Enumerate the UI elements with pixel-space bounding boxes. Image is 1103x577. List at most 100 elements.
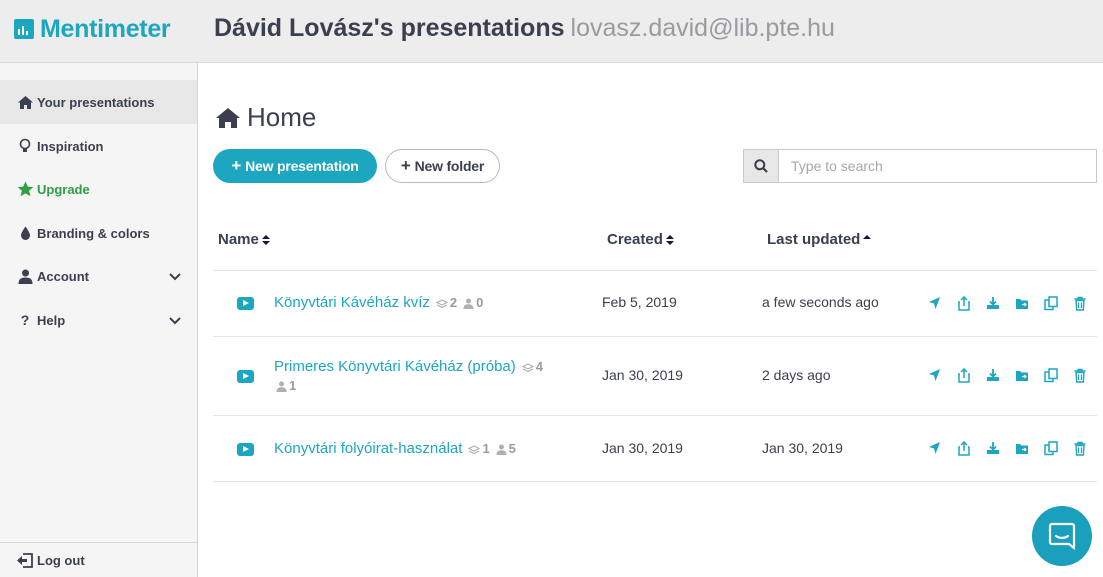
participants-icon — [463, 298, 474, 309]
home-icon — [16, 94, 34, 110]
delete-button[interactable] — [1073, 440, 1102, 456]
slide-count: 4 — [535, 359, 543, 374]
sort-icon — [261, 234, 270, 245]
page-title-text: Home — [247, 102, 317, 132]
chevron-down-icon[interactable] — [169, 269, 181, 284]
sidebar-item-help[interactable]: ? Help — [0, 298, 197, 342]
new-presentation-button[interactable]: + New presentation — [213, 149, 377, 183]
play-icon[interactable] — [237, 443, 254, 456]
download-button[interactable] — [986, 367, 1015, 383]
participants-icon — [276, 381, 287, 392]
present-icon — [929, 441, 940, 454]
download-icon — [987, 296, 999, 309]
duplicate-icon — [1044, 440, 1058, 455]
created-date: Feb 5, 2019 — [602, 294, 677, 310]
download-button[interactable] — [986, 440, 1015, 456]
droplet-icon — [16, 225, 34, 241]
delete-button[interactable] — [1073, 367, 1102, 383]
duplicate-icon — [1044, 295, 1058, 310]
download-button[interactable] — [986, 295, 1015, 311]
new-presentation-label: New presentation — [245, 158, 359, 174]
move-icon — [1016, 298, 1028, 309]
sidebar-item-your-presentations[interactable]: Your presentations — [0, 80, 197, 124]
share-button[interactable] — [957, 367, 986, 383]
column-label: Created — [607, 231, 663, 248]
share-button[interactable] — [957, 295, 986, 311]
participants-icon — [496, 444, 507, 455]
slides-icon — [521, 363, 535, 373]
move-icon — [1016, 370, 1028, 381]
present-button[interactable] — [928, 440, 957, 456]
sidebar-item-label: Account — [37, 268, 89, 284]
presentation-title[interactable]: Könyvtári Kávéház kvíz 2 0 — [274, 293, 574, 312]
chat-icon — [1048, 522, 1076, 550]
sidebar-item-account[interactable]: Account — [0, 254, 197, 298]
present-button[interactable] — [928, 295, 957, 311]
sidebar-item-inspiration[interactable]: Inspiration — [0, 124, 197, 168]
sidebar-item-label: Branding & colors — [37, 225, 150, 241]
sidebar-item-branding[interactable]: Branding & colors — [0, 211, 197, 255]
search-icon — [754, 159, 768, 173]
updated-date: a few seconds ago — [762, 294, 879, 310]
share-icon — [958, 295, 970, 311]
search-input[interactable] — [779, 149, 1097, 183]
sort-ascending-icon — [863, 234, 872, 239]
duplicate-button[interactable] — [1044, 440, 1073, 456]
duplicate-button[interactable] — [1044, 367, 1073, 383]
sidebar-item-upgrade[interactable]: Upgrade — [0, 167, 197, 211]
sidebar-item-label: Inspiration — [37, 138, 104, 154]
presentation-meta: 15 — [462, 441, 516, 456]
play-icon[interactable] — [237, 370, 254, 383]
column-label: Last updated — [767, 231, 861, 248]
owner-email: lovasz.david@lib.pte.hu — [570, 14, 835, 42]
owner-title: Dávid Lovász's presentations — [214, 14, 565, 42]
logo-chart-icon — [14, 19, 34, 39]
search-bar — [743, 149, 1097, 183]
presentation-title[interactable]: Könyvtári folyóirat-használat 1 5 — [274, 439, 574, 458]
table-row[interactable]: Könyvtári Kávéház kvíz 2 0 Feb 5, 2019 a f… — [213, 271, 1097, 336]
plus-icon: + — [231, 156, 242, 175]
search-button[interactable] — [743, 149, 779, 183]
column-header-last-updated[interactable]: Last updated — [767, 231, 872, 248]
table-row[interactable]: Könyvtári folyóirat-használat 1 5 Jan 30, … — [213, 416, 1097, 481]
chat-support-button[interactable] — [1032, 506, 1092, 566]
present-button[interactable] — [928, 367, 957, 383]
share-button[interactable] — [957, 440, 986, 456]
plus-icon: + — [400, 156, 411, 175]
column-header-created[interactable]: Created — [607, 231, 674, 248]
delete-icon — [1074, 368, 1086, 383]
present-icon — [929, 296, 940, 309]
move-button[interactable] — [1015, 367, 1044, 383]
delete-icon — [1074, 441, 1086, 456]
page-heading: Dávid Lovász's presentations lovasz.david… — [214, 14, 835, 43]
logout-icon — [16, 552, 34, 568]
created-date: Jan 30, 2019 — [602, 440, 683, 456]
delete-icon — [1074, 296, 1086, 311]
presentation-title[interactable]: Primeres Könyvtári Kávéház (próba) 4 1 — [274, 357, 574, 395]
column-header-name[interactable]: Name — [218, 231, 270, 248]
slides-icon — [435, 299, 449, 309]
slide-count: 1 — [482, 441, 490, 456]
duplicate-button[interactable] — [1044, 295, 1073, 311]
new-folder-button[interactable]: + New folder — [385, 149, 500, 183]
duplicate-icon — [1044, 367, 1058, 382]
participant-count: 1 — [289, 378, 297, 393]
sidebar: Your presentations Inspiration Upgrade B… — [0, 63, 198, 577]
play-icon[interactable] — [237, 297, 254, 310]
logout-label: Log out — [37, 552, 85, 568]
table-row[interactable]: Primeres Könyvtári Kávéház (próba) 4 1 Jan… — [213, 337, 1097, 415]
chevron-down-icon[interactable] — [169, 313, 181, 328]
delete-button[interactable] — [1073, 295, 1102, 311]
lightbulb-icon — [16, 138, 34, 154]
row-actions — [928, 295, 1102, 311]
slide-count: 2 — [449, 295, 458, 310]
logout-link[interactable]: Log out — [0, 542, 197, 577]
question-icon: ? — [20, 312, 30, 328]
sidebar-item-label: Upgrade — [37, 181, 90, 197]
share-icon — [958, 440, 970, 456]
user-icon — [16, 268, 34, 284]
mentimeter-logo[interactable]: Mentimeter — [14, 14, 171, 44]
move-button[interactable] — [1015, 295, 1044, 311]
move-button[interactable] — [1015, 440, 1044, 456]
presentation-meta: 20 — [430, 295, 483, 310]
